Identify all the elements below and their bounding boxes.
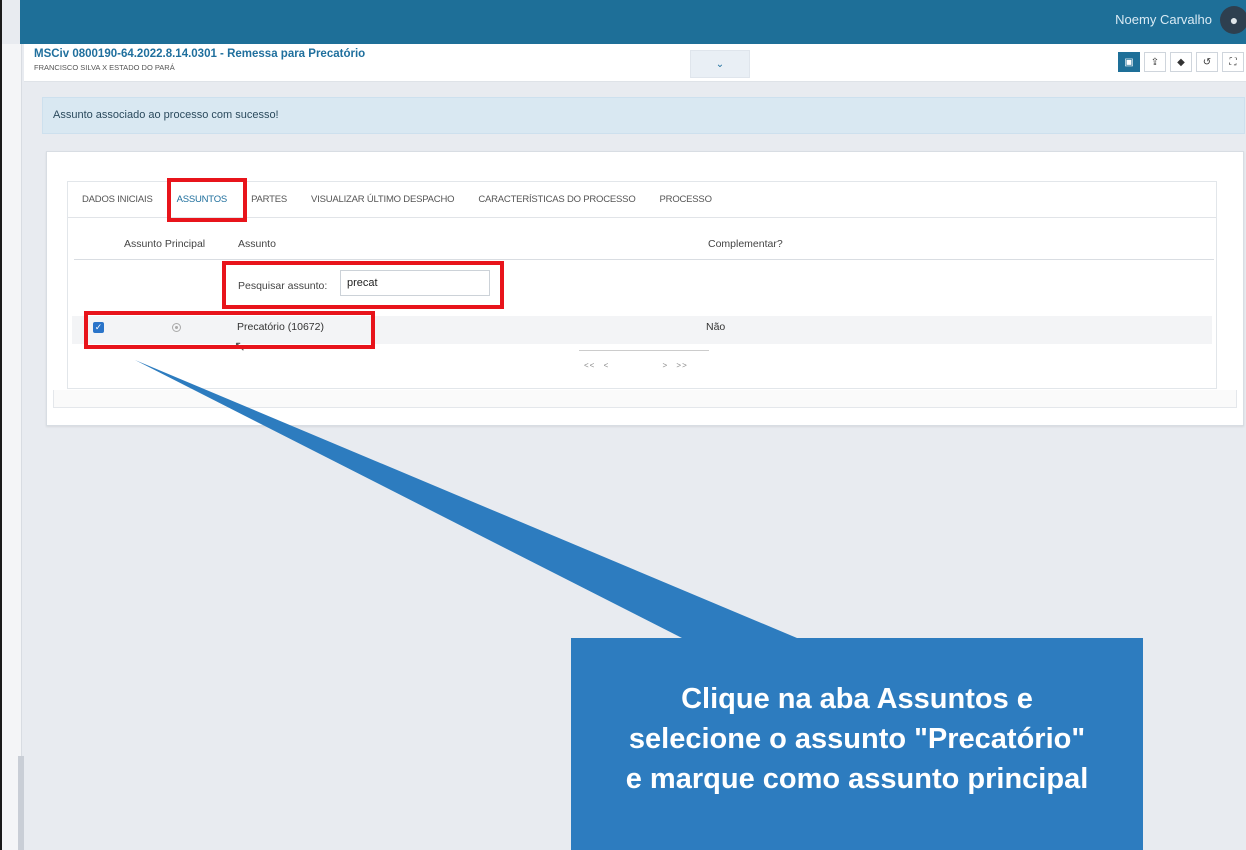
process-header: MSCiv 0800190-64.2022.8.14.0301 - Remess… (24, 44, 1246, 82)
column-header-assunto: Assunto (238, 238, 276, 250)
chevron-down-icon: ⌄ (715, 58, 725, 70)
toolbar: ▣ ⇪ ◆ ↺ ⛶ (1118, 52, 1244, 72)
tab-partes[interactable]: PARTES (251, 194, 287, 205)
first-page-button[interactable]: << (584, 361, 595, 370)
top-bar: Noemy Carvalho ● (20, 0, 1246, 44)
tab-dados-iniciais[interactable]: DADOS INICIAIS (82, 194, 153, 205)
last-page-button[interactable]: >> (676, 361, 687, 370)
success-alert: Assunto associado ao processo com sucess… (42, 97, 1245, 134)
app-frame: Noemy Carvalho ● MSCiv 0800190-64.2022.8… (0, 0, 1246, 850)
tag-button[interactable]: ◆ (1170, 52, 1192, 72)
header-divider (74, 259, 1214, 260)
next-page-button[interactable]: > (662, 361, 668, 370)
share-button[interactable]: ⇪ (1144, 52, 1166, 72)
fullscreen-icon: ⛶ (1229, 56, 1237, 68)
complementar-value: Não (706, 321, 726, 333)
tab-visualizar-ultimo-despacho[interactable]: VISUALIZAR ÚLTIMO DESPACHO (311, 194, 455, 205)
highlight-tab-box (167, 178, 247, 222)
user-name[interactable]: Noemy Carvalho (1115, 12, 1212, 27)
column-header-complementar: Complementar? (708, 238, 783, 250)
tab-caracteristicas-do-processo[interactable]: CARACTERÍSTICAS DO PROCESSO (478, 194, 635, 205)
column-header-principal: Assunto Principal (124, 238, 206, 250)
card-footer (53, 390, 1237, 408)
left-sidebar (2, 44, 24, 850)
history-button[interactable]: ↺ (1196, 52, 1218, 72)
expand-header-button[interactable]: ⌄ (690, 50, 750, 78)
user-avatar-icon[interactable]: ● (1220, 6, 1246, 34)
pager-divider (579, 350, 709, 351)
process-parties: FRANCISCO SILVA X ESTADO DO PARÁ (34, 63, 175, 72)
share-icon: ⇪ (1150, 56, 1160, 68)
callout-line: selecione o assunto "Precatório" (628, 723, 1086, 755)
callout-line: e marque como assunto principal (625, 763, 1089, 795)
sidebar-scrollbar[interactable] (18, 756, 24, 850)
highlight-search-box (222, 261, 504, 309)
highlight-row-box (84, 311, 375, 349)
save-icon: ▣ (1124, 56, 1134, 68)
callout-line: Clique na aba Assuntos e (681, 683, 1033, 715)
history-icon: ↺ (1202, 56, 1212, 68)
tab-processo[interactable]: PROCESSO (660, 194, 712, 205)
instruction-callout: Clique na aba Assuntos e selecione o ass… (571, 638, 1143, 850)
process-title: MSCiv 0800190-64.2022.8.14.0301 - Remess… (34, 48, 366, 60)
save-button[interactable]: ▣ (1118, 52, 1140, 72)
pagination: << < > >> (584, 361, 693, 370)
fullscreen-button[interactable]: ⛶ (1222, 52, 1244, 72)
tag-icon: ◆ (1177, 56, 1185, 68)
prev-page-button[interactable]: < (604, 361, 610, 370)
